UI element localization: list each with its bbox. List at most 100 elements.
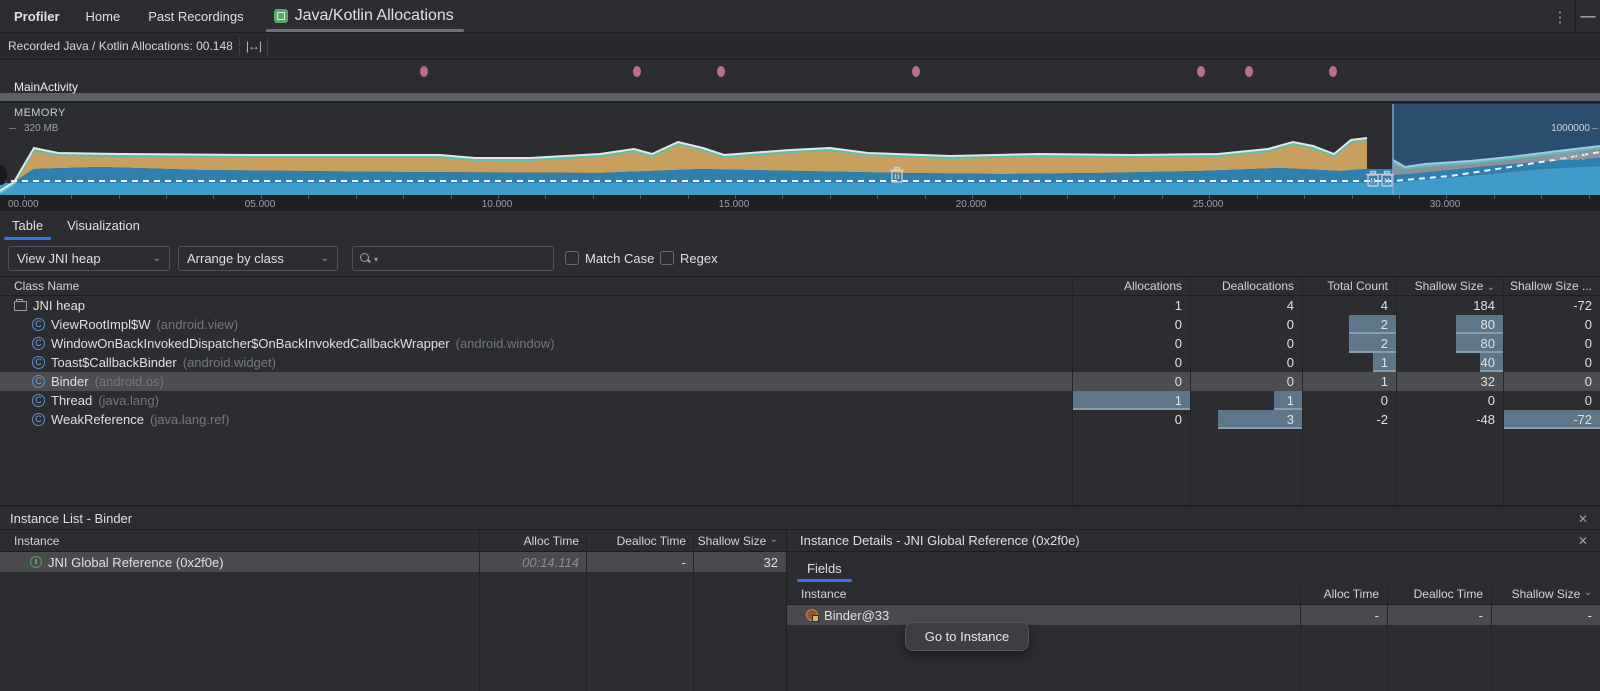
axis-tick xyxy=(688,195,689,199)
package-name: (android.window) xyxy=(456,336,555,351)
match-case-checkbox[interactable] xyxy=(565,251,579,265)
class-row[interactable]: CWindowOnBackInvokedDispatcher$OnBackInv… xyxy=(0,334,1600,353)
col-shallow-size[interactable]: Shallow Size ⌄ xyxy=(1396,277,1503,295)
instance-row[interactable]: JNI Global Reference (0x2f0e) 00:14.114 … xyxy=(0,552,786,572)
event-timeline[interactable] xyxy=(0,60,1600,83)
instance-details-title: Instance Details - JNI Global Reference … xyxy=(787,533,1080,548)
close-icon[interactable]: ✕ xyxy=(1566,512,1600,526)
axis-tick xyxy=(1352,195,1353,199)
axis-tick xyxy=(925,195,926,199)
object-count-label-900000: 900000 xyxy=(1553,152,1586,163)
col-shallow-size[interactable]: Shallow Size ⌄ xyxy=(694,534,786,548)
memory-chart[interactable]: MEMORY 320 MB 1000000 900000 xyxy=(0,103,1600,195)
class-name: WeakReference xyxy=(51,412,144,427)
tab-fields[interactable]: Fields xyxy=(807,554,842,582)
col-total-count[interactable]: Total Count xyxy=(1302,277,1396,295)
activity-lifetime-bar[interactable] xyxy=(0,93,1600,101)
recorded-bar: Recorded Java / Kotlin Allocations: 00.1… xyxy=(0,33,1600,60)
col-dealloc-time[interactable]: Dealloc Time xyxy=(1387,587,1491,601)
col-instance[interactable]: Instance xyxy=(787,587,1300,601)
zoom-to-fit-icon[interactable]: |↔| xyxy=(246,39,261,53)
col-alloc-time[interactable]: Alloc Time xyxy=(1300,587,1387,601)
search-icon xyxy=(360,253,371,264)
search-input[interactable]: ▾ xyxy=(352,246,554,271)
col-alloc-time[interactable]: Alloc Time xyxy=(480,534,587,548)
tab-table[interactable]: Table xyxy=(0,211,55,240)
panel-divider[interactable] xyxy=(786,530,787,691)
class-row[interactable]: CThread(java.lang)11000 xyxy=(0,391,1600,410)
dealloc-time-value: - xyxy=(1387,608,1491,623)
class-table-header: Class Name Allocations Deallocations Tot… xyxy=(0,277,1600,296)
alloc-time-value: 00:14.114 xyxy=(480,555,587,570)
col-deallocations[interactable]: Deallocations xyxy=(1190,277,1302,295)
tab-home[interactable]: Home xyxy=(76,9,139,24)
view-tabs: Table Visualization xyxy=(0,211,1600,240)
regex-label: Regex xyxy=(680,251,718,266)
col-shallow-size[interactable]: Shallow Size ⌄ xyxy=(1491,587,1600,601)
class-name: Toast$CallbackBinder xyxy=(51,355,177,370)
heap-select[interactable]: View JNI heap ⌄ xyxy=(8,246,170,271)
col-instance[interactable]: Instance xyxy=(0,534,480,548)
event-dot[interactable] xyxy=(912,66,920,77)
class-row[interactable]: CBinder(android.os)001320 xyxy=(0,372,1600,391)
go-to-instance-tooltip[interactable]: Go to Instance xyxy=(905,622,1029,651)
axis-tick xyxy=(119,195,120,199)
value-cell: 1 xyxy=(1072,296,1190,315)
event-dot[interactable] xyxy=(717,66,725,77)
value-cell: 0 xyxy=(1072,372,1190,391)
axis-tick xyxy=(1494,195,1495,199)
class-table: Class Name Allocations Deallocations Tot… xyxy=(0,277,1600,505)
tab-past-recordings[interactable]: Past Recordings xyxy=(138,9,261,24)
shallow-size-value: - xyxy=(1491,608,1600,623)
value-cell: 0 xyxy=(1302,391,1396,410)
value-cell: 0 xyxy=(1072,410,1190,429)
axis-tick xyxy=(640,195,641,199)
event-dot[interactable] xyxy=(1197,66,1205,77)
class-name: Thread xyxy=(51,393,92,408)
instance-details-header: Instance Alloc Time Dealloc Time Shallow… xyxy=(787,583,1600,605)
recorded-label: Recorded Java / Kotlin Allocations: 00.1… xyxy=(0,39,233,53)
hide-window-icon[interactable]: — xyxy=(1576,8,1600,25)
package-name: (android.view) xyxy=(156,317,238,332)
axis-tick xyxy=(1399,195,1400,199)
class-icon: C xyxy=(32,337,45,350)
chevron-down-icon: ⌄ xyxy=(153,253,161,264)
value-bar xyxy=(1072,391,1190,410)
value-cell: 0 xyxy=(1396,391,1503,410)
close-icon[interactable]: ✕ xyxy=(1566,534,1600,548)
col-class-name[interactable]: Class Name xyxy=(0,277,1072,295)
match-case-label: Match Case xyxy=(585,251,654,266)
class-row[interactable]: CWeakReference(java.lang.ref)03-2-48-72 xyxy=(0,410,1600,429)
event-dot[interactable] xyxy=(420,66,428,77)
value-cell: 0 xyxy=(1072,315,1190,334)
value-cell: -48 xyxy=(1396,410,1503,429)
value-cell: 0 xyxy=(1503,372,1600,391)
event-dot[interactable] xyxy=(1329,66,1337,77)
class-row[interactable]: CToast$CallbackBinder(android.widget)001… xyxy=(0,353,1600,372)
col-shallow-size-delta[interactable]: Shallow Size ... xyxy=(1503,277,1600,295)
class-icon: C xyxy=(32,356,45,369)
value-cell: -72 xyxy=(1503,296,1600,315)
instance-list-title: Instance List - Binder xyxy=(0,511,132,526)
tab-java-kotlin-allocations[interactable]: Java/Kotlin Allocations xyxy=(262,0,468,33)
arrange-select[interactable]: Arrange by class ⌄ xyxy=(178,246,338,271)
class-row[interactable]: JNI heap144184-72 xyxy=(0,296,1600,315)
tab-label: Java/Kotlin Allocations xyxy=(295,7,454,25)
event-dot[interactable] xyxy=(1245,66,1253,77)
value-cell: 40 xyxy=(1396,353,1503,372)
tab-visualization[interactable]: Visualization xyxy=(55,211,152,240)
instance-list-header: Instance Alloc Time Dealloc Time Shallow… xyxy=(0,530,786,552)
class-row[interactable]: CViewRootImpl$W(android.view)002800 xyxy=(0,315,1600,334)
time-axis: 00.00005.00010.00015.00020.00025.00030.0… xyxy=(0,195,1600,211)
value-cell: 0 xyxy=(1503,353,1600,372)
event-dot[interactable] xyxy=(633,66,641,77)
class-name: Binder xyxy=(51,374,89,389)
value-cell: 4 xyxy=(1302,296,1396,315)
binder-object-icon xyxy=(806,609,818,621)
col-dealloc-time[interactable]: Dealloc Time xyxy=(587,534,694,548)
col-allocations[interactable]: Allocations xyxy=(1072,277,1190,295)
kebab-menu-icon[interactable]: ⋮ xyxy=(1545,8,1575,26)
regex-checkbox[interactable] xyxy=(660,251,674,265)
active-fields-underline xyxy=(797,579,852,582)
axis-tick xyxy=(1067,195,1068,199)
